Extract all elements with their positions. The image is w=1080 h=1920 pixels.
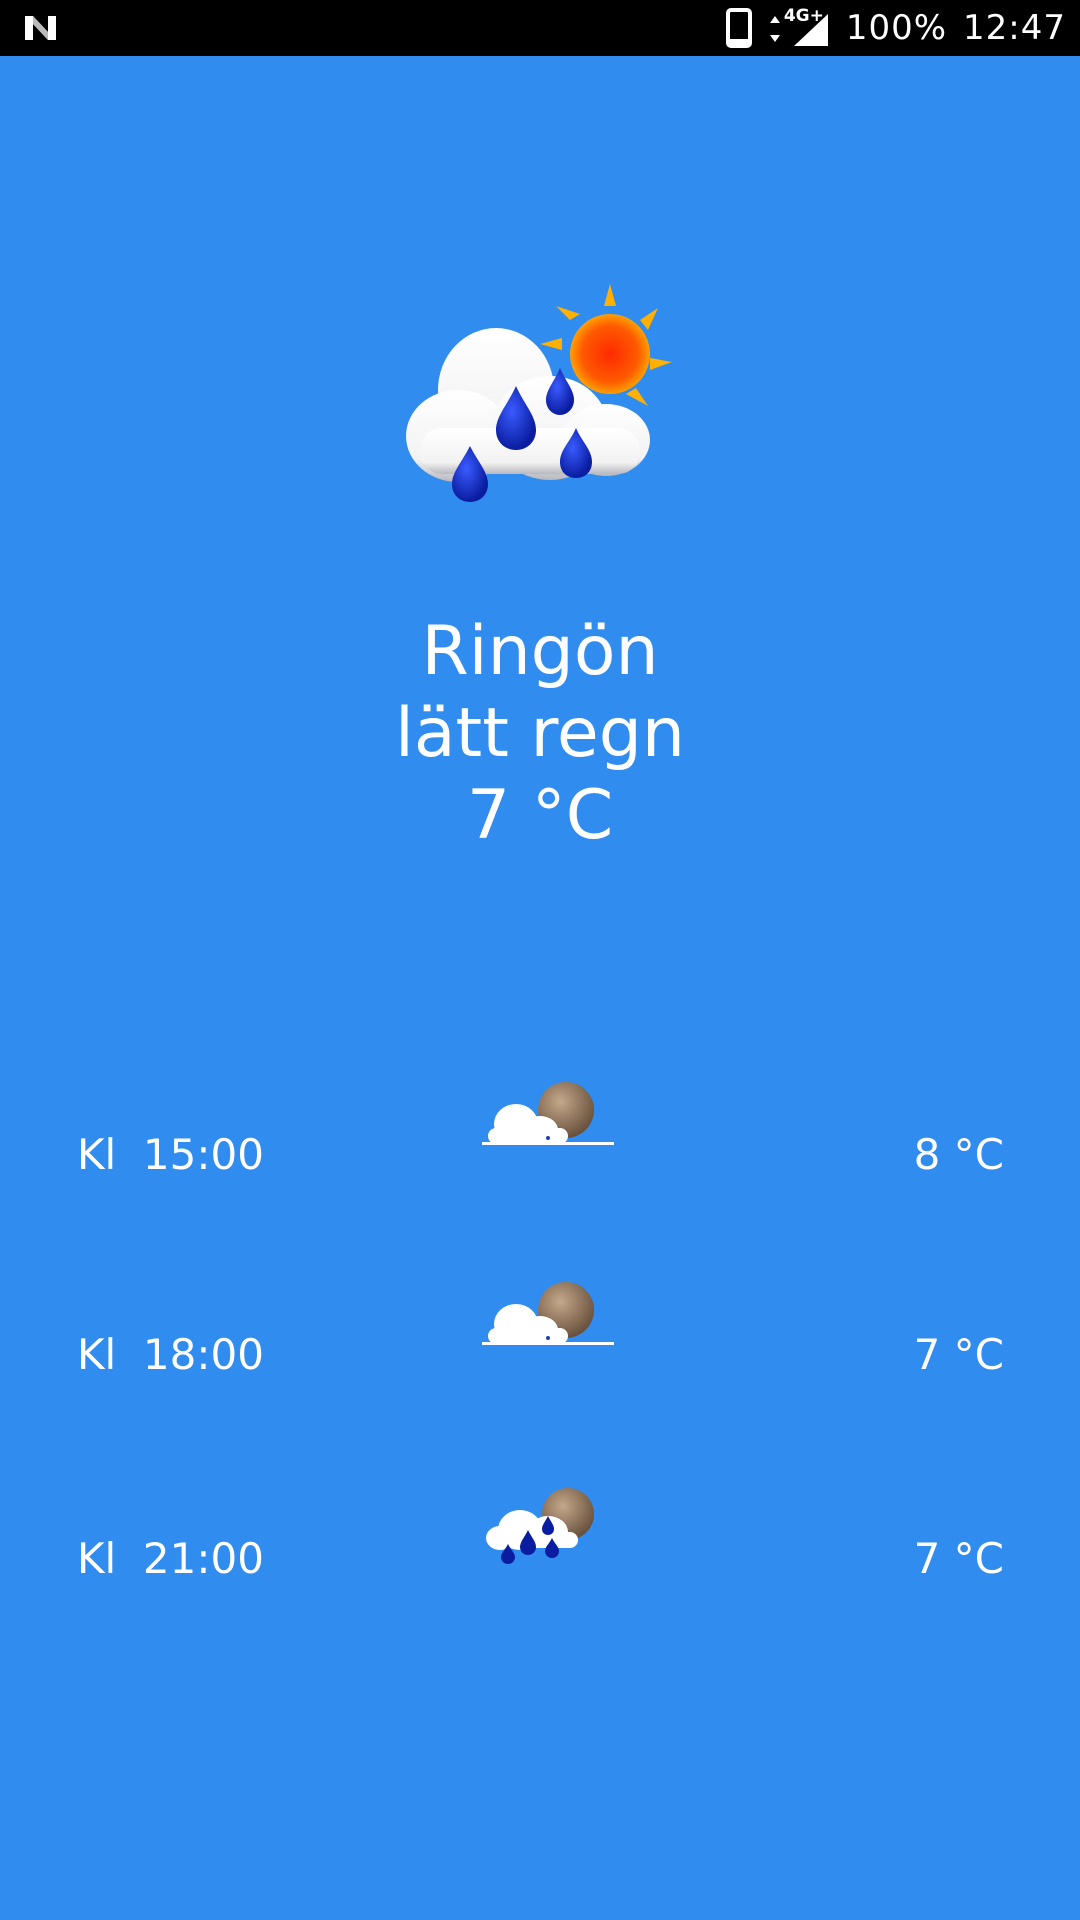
cloud-night-partial-icon [482, 1082, 614, 1150]
notification-n-icon [25, 16, 56, 40]
cloud-night-partial-icon [482, 1282, 614, 1350]
weather-app-screen: Ringön lätt regn 7 °C Kl 15:00 8 °C Kl 1… [0, 56, 1080, 1920]
network-indicator: 4G+ [768, 6, 830, 48]
forecast-temperature: 7 °C [913, 1330, 1004, 1379]
forecast-row: Kl 21:00 7 °C [0, 1488, 1080, 1583]
forecast-temperature: 8 °C [913, 1130, 1004, 1179]
cloud-sun-rain-icon [406, 284, 672, 502]
clock-time: 12:47 [963, 8, 1066, 48]
forecast-time: Kl 18:00 [77, 1330, 264, 1379]
cloud-night-rain-icon [486, 1488, 594, 1564]
forecast-row: Kl 18:00 7 °C [0, 1266, 1080, 1379]
forecast-time: Kl 15:00 [77, 1130, 264, 1179]
data-arrows-icon [769, 16, 780, 42]
status-bar: 4G+ 100% 12:47 [0, 0, 1080, 56]
forecast-row: Kl 15:00 8 °C [0, 1066, 1080, 1179]
phone-outline-icon [725, 8, 752, 48]
forecast-temperature: 7 °C [913, 1534, 1004, 1583]
current-conditions: Ringön lätt regn 7 °C [0, 611, 1080, 857]
battery-percentage: 100% [845, 8, 948, 48]
location-name: Ringön [421, 612, 659, 691]
current-temperature: 7 °C [466, 776, 614, 855]
forecast-time: Kl 21:00 [77, 1534, 264, 1583]
status-right-group: 4G+ 100% 12:47 [725, 0, 1066, 56]
weather-condition: lätt regn [394, 694, 686, 773]
signal-icon [793, 14, 828, 46]
